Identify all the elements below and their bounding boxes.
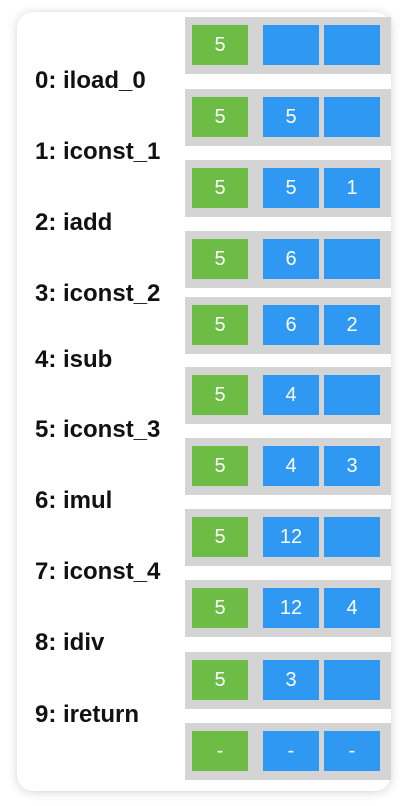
operand-stack-slot-1 bbox=[263, 25, 319, 65]
local-variable-cell: 5 bbox=[192, 239, 248, 279]
local-variable-cell: 5 bbox=[192, 446, 248, 486]
operand-stack-slot-1: 5 bbox=[263, 168, 319, 208]
operand-stack-slot-1: 12 bbox=[263, 588, 319, 628]
operand-stack-slot-2: 2 bbox=[324, 305, 380, 345]
operand-stack-slot-2: 4 bbox=[324, 588, 380, 628]
instruction-1: 1: iconst_1 bbox=[35, 138, 161, 165]
instruction-6: 6: imul bbox=[35, 487, 113, 514]
operand-stack-slot-2: 1 bbox=[324, 168, 380, 208]
operand-stack-slot-2: - bbox=[324, 731, 380, 771]
operand-stack-slot-2 bbox=[324, 660, 380, 700]
operand-stack-slot-1: - bbox=[263, 731, 319, 771]
local-variable-cell: 5 bbox=[192, 168, 248, 208]
frame-state-row: 5 12 4 bbox=[185, 580, 391, 637]
operand-stack-slot-1: 4 bbox=[263, 446, 319, 486]
operand-stack-slot-2 bbox=[324, 97, 380, 137]
operand-stack-slot-2 bbox=[324, 517, 380, 557]
instruction-8: 8: idiv bbox=[35, 629, 105, 656]
operand-stack-slot-2: 3 bbox=[324, 446, 380, 486]
local-variable-cell: 5 bbox=[192, 517, 248, 557]
frame-state-row: 5 3 bbox=[185, 652, 391, 709]
instruction-3: 3: iconst_2 bbox=[35, 280, 161, 307]
frame-state-row: - - - bbox=[185, 723, 391, 780]
operand-stack-slot-2 bbox=[324, 239, 380, 279]
instruction-9: 9: ireturn bbox=[35, 701, 140, 728]
operand-stack-slot-2 bbox=[324, 375, 380, 415]
local-variable-cell: 5 bbox=[192, 305, 248, 345]
instruction-0: 0: iload_0 bbox=[35, 67, 146, 94]
frame-state-row: 5 6 2 bbox=[185, 297, 391, 354]
frame-state-row: 5 6 bbox=[185, 231, 391, 288]
instruction-2: 2: iadd bbox=[35, 209, 113, 236]
local-variable-cell: - bbox=[192, 731, 248, 771]
operand-stack-slot-1: 6 bbox=[263, 305, 319, 345]
frame-state-row: 5 4 3 bbox=[185, 438, 391, 495]
local-variable-cell: 5 bbox=[192, 375, 248, 415]
operand-stack-slot-1: 4 bbox=[263, 375, 319, 415]
local-variable-cell: 5 bbox=[192, 25, 248, 65]
frame-state-row: 5 12 bbox=[185, 509, 391, 566]
operand-stack-slot-1: 5 bbox=[263, 97, 319, 137]
instruction-5: 5: iconst_3 bbox=[35, 416, 161, 443]
operand-stack-slot-1: 3 bbox=[263, 660, 319, 700]
operand-stack-slot-1: 6 bbox=[263, 239, 319, 279]
local-variable-cell: 5 bbox=[192, 660, 248, 700]
frame-state-row: 5 5 bbox=[185, 89, 391, 146]
instruction-7: 7: iconst_4 bbox=[35, 558, 161, 585]
frame-state-row: 5 5 1 bbox=[185, 160, 391, 217]
operand-stack-slot-2 bbox=[324, 25, 380, 65]
frame-state-row: 5 4 bbox=[185, 367, 391, 424]
operand-stack-slot-1: 12 bbox=[263, 517, 319, 557]
local-variable-cell: 5 bbox=[192, 588, 248, 628]
local-variable-cell: 5 bbox=[192, 97, 248, 137]
instruction-4: 4: isub bbox=[35, 346, 113, 373]
frame-state-row: 5 bbox=[185, 17, 391, 74]
